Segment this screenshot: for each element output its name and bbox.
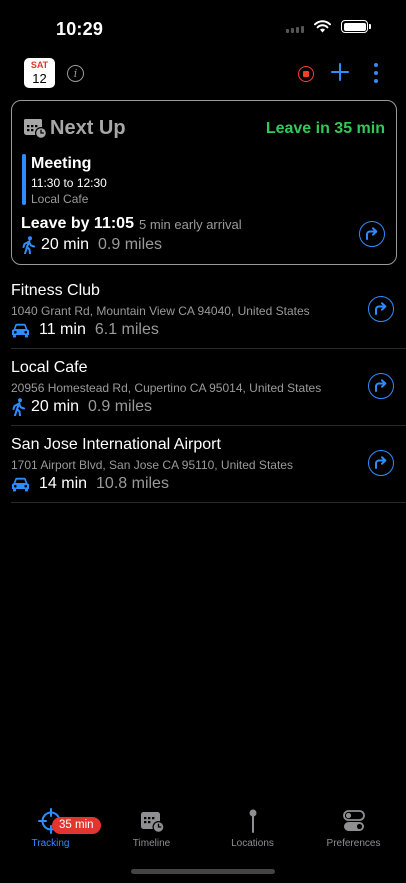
event-color-bar bbox=[22, 154, 26, 205]
location-duration: 20 min bbox=[31, 398, 80, 415]
tab-label: Preferences bbox=[326, 838, 381, 849]
list-item[interactable]: San Jose International Airport 1701 Airp… bbox=[11, 426, 406, 503]
locations-list: Fitness Club 1040 Grant Rd, Mountain Vie… bbox=[0, 272, 406, 503]
status-bar: 10:29 bbox=[0, 0, 406, 56]
list-item[interactable]: Local Cafe 20956 Homestead Rd, Cupertino… bbox=[11, 349, 406, 426]
location-distance: 6.1 miles bbox=[94, 321, 159, 338]
calendar-clock-icon bbox=[24, 119, 47, 139]
route-summary: 20 min 0.9 miles bbox=[21, 236, 162, 254]
location-address: 1701 Airport Blvd, San Jose CA 95110, Un… bbox=[11, 458, 293, 472]
route-duration: 20 min bbox=[41, 236, 90, 253]
pin-icon bbox=[249, 809, 256, 833]
location-route: 11 min 6.1 miles bbox=[11, 321, 159, 339]
next-up-header: Next Up bbox=[23, 116, 126, 140]
battery-icon bbox=[341, 20, 371, 33]
location-duration: 11 min bbox=[39, 321, 86, 338]
next-up-title: Next Up bbox=[50, 116, 126, 139]
event-title: Meeting bbox=[31, 155, 92, 172]
location-duration: 14 min bbox=[39, 475, 88, 492]
early-arrival-note: 5 min early arrival bbox=[139, 217, 242, 232]
directions-arrow-icon bbox=[375, 379, 387, 392]
calendar-date-button[interactable]: SAT 12 bbox=[24, 58, 55, 88]
location-name: Fitness Club bbox=[11, 282, 100, 299]
tab-tracking[interactable]: Tracking 35 min bbox=[0, 808, 101, 849]
location-route: 20 min 0.9 miles bbox=[11, 398, 152, 416]
toggles-icon bbox=[342, 810, 365, 831]
location-distance: 10.8 miles bbox=[96, 475, 169, 492]
status-time: 10:29 bbox=[56, 19, 104, 39]
calendar-date: 12 bbox=[32, 71, 47, 86]
walk-icon bbox=[22, 236, 35, 254]
tab-preferences[interactable]: Preferences bbox=[303, 808, 404, 849]
location-name: Local Cafe bbox=[11, 359, 88, 376]
route-distance: 0.9 miles bbox=[98, 236, 163, 253]
wifi-icon bbox=[314, 20, 331, 33]
directions-button[interactable] bbox=[359, 221, 385, 247]
location-name: San Jose International Airport bbox=[11, 436, 221, 453]
more-icon[interactable] bbox=[373, 63, 379, 83]
location-distance: 0.9 miles bbox=[88, 398, 153, 415]
cellular-signal-icon bbox=[286, 21, 304, 33]
next-up-card[interactable]: Next Up Leave in 35 min Meeting 11:30 to… bbox=[11, 100, 397, 265]
nav-bar: SAT 12 i bbox=[0, 56, 406, 92]
calendar-clock-icon bbox=[140, 812, 164, 833]
home-indicator[interactable] bbox=[131, 869, 275, 874]
event-time: 11:30 to 12:30 bbox=[31, 176, 107, 190]
location-address: 1040 Grant Rd, Mountain View CA 94040, U… bbox=[11, 304, 310, 318]
tab-label: Timeline bbox=[132, 838, 171, 849]
car-icon bbox=[12, 323, 29, 338]
tracking-badge: 35 min bbox=[52, 817, 101, 834]
event-location: Local Cafe bbox=[31, 192, 89, 206]
tab-label: Locations bbox=[231, 838, 274, 849]
location-route: 14 min 10.8 miles bbox=[11, 475, 169, 493]
directions-arrow-icon bbox=[375, 302, 387, 315]
calendar-day: SAT bbox=[30, 60, 49, 70]
leave-in-label: Leave in 35 min bbox=[265, 120, 385, 137]
record-icon[interactable] bbox=[298, 66, 314, 82]
directions-button[interactable] bbox=[368, 373, 394, 399]
add-icon[interactable] bbox=[331, 63, 349, 81]
directions-arrow-icon bbox=[366, 227, 378, 240]
tab-timeline[interactable]: Timeline bbox=[101, 808, 202, 849]
status-indicators bbox=[286, 20, 371, 33]
info-icon[interactable]: i bbox=[67, 65, 84, 82]
car-icon bbox=[12, 477, 29, 492]
directions-arrow-icon bbox=[375, 456, 387, 469]
tab-locations[interactable]: Locations bbox=[202, 808, 303, 849]
walk-icon bbox=[12, 398, 25, 416]
directions-button[interactable] bbox=[368, 450, 394, 476]
tab-label: Tracking bbox=[31, 838, 70, 849]
leave-by-label: Leave by 11:05 bbox=[21, 215, 134, 232]
directions-button[interactable] bbox=[368, 296, 394, 322]
location-address: 20956 Homestead Rd, Cupertino CA 95014, … bbox=[11, 381, 322, 395]
list-item[interactable]: Fitness Club 1040 Grant Rd, Mountain Vie… bbox=[11, 272, 406, 349]
